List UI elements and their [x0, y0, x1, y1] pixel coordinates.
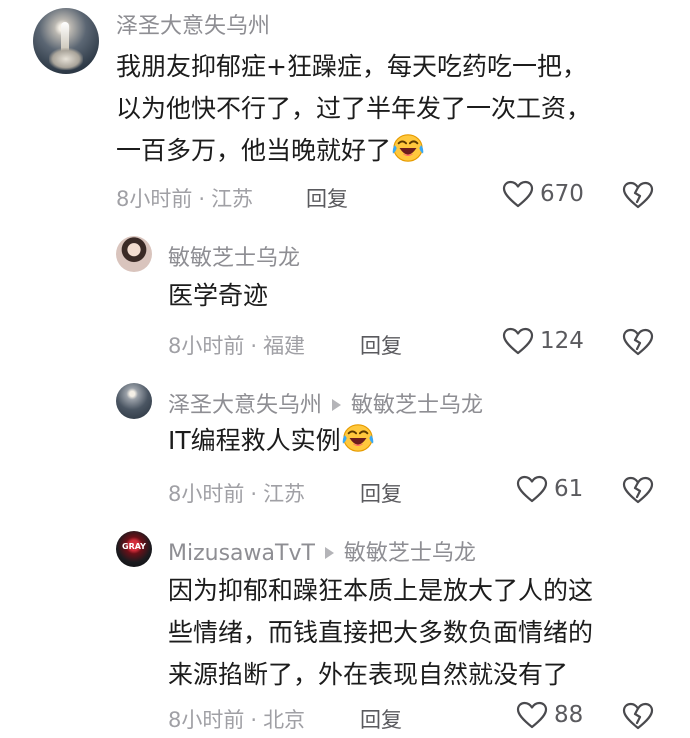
- comment-username[interactable]: 敏敏芝士乌龙: [168, 240, 300, 272]
- comment-username-line: MizusawaTvT 敏敏芝士乌龙: [168, 535, 476, 567]
- comment-text: IT编程救人实例: [168, 420, 375, 462]
- comment-text: 因为抑郁和躁狂本质上是放大了人的这 些情绪，而钱直接把大多数负面情绪的 来源掐断…: [168, 576, 594, 689]
- avatar[interactable]: [116, 236, 152, 272]
- like-button[interactable]: 124: [502, 327, 584, 355]
- comment-meta: 8小时前 · 北京: [168, 708, 306, 732]
- reply-to-username[interactable]: 敏敏芝士乌龙: [344, 541, 476, 566]
- comment-location: 江苏: [263, 482, 306, 506]
- like-count: 88: [554, 702, 584, 728]
- comment-time: 8小时前: [168, 482, 245, 506]
- comment-text: 医学奇迹: [168, 281, 269, 310]
- reply-button[interactable]: 回复: [360, 330, 402, 360]
- laughing-crying-emoji-icon: [341, 422, 375, 454]
- like-count: 670: [540, 181, 584, 207]
- dislike-icon[interactable]: [622, 181, 654, 209]
- comment-username[interactable]: 泽圣大意失乌州: [116, 8, 270, 40]
- heart-icon: [516, 475, 548, 503]
- dislike-icon[interactable]: [622, 476, 654, 504]
- heart-icon: [502, 180, 534, 208]
- like-count: 124: [540, 328, 584, 354]
- comment-username[interactable]: 泽圣大意失乌州: [168, 393, 322, 418]
- comment-time: 8小时前: [168, 708, 245, 732]
- heart-icon: [516, 701, 548, 729]
- reply-arrow-icon: [332, 399, 342, 411]
- comment-time: 8小时前: [116, 187, 193, 211]
- avatar[interactable]: [33, 8, 99, 74]
- comment-location: 北京: [263, 708, 306, 732]
- laughing-crying-emoji-icon: [391, 132, 425, 164]
- comment-time: 8小时前: [168, 334, 245, 358]
- dislike-icon[interactable]: [622, 328, 654, 356]
- comment-meta: 8小时前 · 江苏: [116, 187, 254, 211]
- like-button[interactable]: 88: [516, 701, 583, 729]
- reply-to-username[interactable]: 敏敏芝士乌龙: [351, 393, 483, 418]
- dislike-icon[interactable]: [622, 702, 654, 730]
- like-count: 61: [554, 476, 584, 502]
- comment-meta: 8小时前 · 江苏: [168, 482, 306, 506]
- comment-username[interactable]: MizusawaTvT: [168, 541, 315, 566]
- reply-arrow-icon: [324, 547, 334, 559]
- comment-location: 江苏: [211, 187, 254, 211]
- comment-username-line: 泽圣大意失乌州 敏敏芝士乌龙: [168, 387, 483, 419]
- reply-button[interactable]: 回复: [360, 704, 402, 734]
- like-button[interactable]: 61: [516, 475, 583, 503]
- avatar[interactable]: GRAY: [116, 531, 152, 567]
- avatar[interactable]: [116, 383, 152, 419]
- heart-icon: [502, 327, 534, 355]
- comment-location: 福建: [263, 334, 306, 358]
- reply-button[interactable]: 回复: [306, 183, 348, 213]
- reply-button[interactable]: 回复: [360, 478, 402, 508]
- like-button[interactable]: 670: [502, 180, 584, 208]
- comment-meta: 8小时前 · 福建: [168, 334, 306, 358]
- comment-text: 我朋友抑郁症+狂躁症，每天吃药吃一把， 以为他快不行了，过了半年发了一次工资， …: [116, 52, 592, 165]
